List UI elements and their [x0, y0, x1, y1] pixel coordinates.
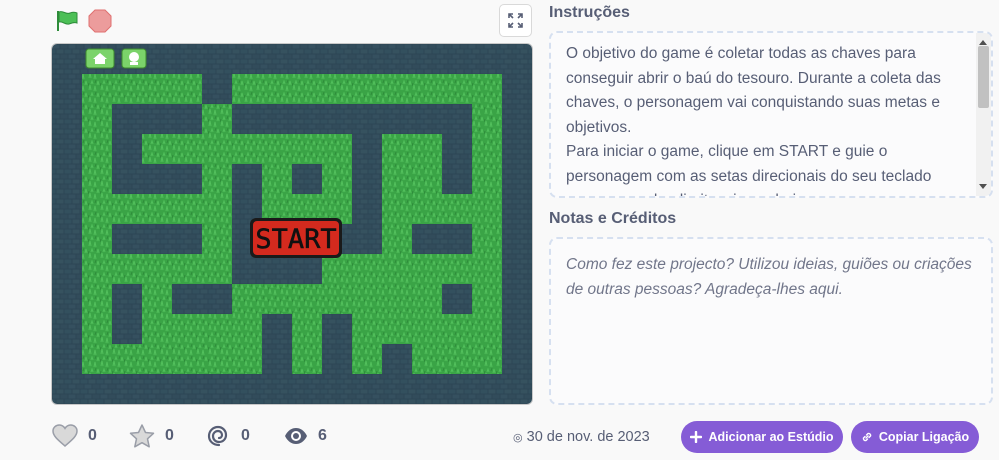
project-page: START Instruções O objetivo do game é co… [0, 0, 999, 460]
stop-icon[interactable] [88, 9, 112, 33]
add-to-studio-button[interactable]: Adicionar ao Estúdio [681, 421, 843, 453]
remix-icon [207, 425, 228, 447]
love-count: 0 [88, 427, 97, 444]
love-stat[interactable]: 0 [52, 424, 97, 448]
calendar-icon: ◎ [513, 432, 523, 444]
scroll-down-arrow-icon[interactable] [979, 184, 987, 189]
favorite-count: 0 [165, 427, 174, 444]
copy-link-label: Copiar Ligação [878, 430, 970, 444]
scroll-up-arrow-icon[interactable] [979, 40, 987, 45]
remix-stat: 0 [207, 424, 250, 448]
instructions-text: O objetivo do game é coletar todas as ch… [566, 45, 941, 196]
start-button[interactable]: START [250, 218, 342, 258]
heart-icon [52, 424, 78, 447]
instructions-panel[interactable]: O objetivo do game é coletar todas as ch… [549, 31, 993, 198]
instructions-title: Instruções [549, 4, 630, 21]
scroll-thumb[interactable] [978, 46, 989, 108]
fullscreen-button[interactable] [499, 4, 532, 37]
notes-field[interactable]: Como fez este projecto? Utilizou ideias,… [549, 237, 993, 405]
star-icon [129, 424, 155, 448]
views-count: 6 [318, 427, 327, 444]
shared-date: ◎ 30 de nov. de 2023 [513, 429, 650, 445]
favorite-stat[interactable]: 0 [129, 424, 174, 448]
copy-link-button[interactable]: Copiar Ligação [851, 421, 979, 453]
home-icon[interactable] [85, 48, 115, 69]
remix-count: 0 [241, 427, 250, 444]
instructions-scrollbar[interactable] [976, 33, 991, 196]
eye-icon [285, 428, 307, 444]
notes-title: Notas e Créditos [549, 210, 677, 227]
link-icon [862, 432, 872, 442]
help-icon[interactable] [121, 48, 147, 69]
game-stage[interactable]: START [51, 43, 533, 405]
start-label: START [255, 224, 336, 255]
fullscreen-icon [508, 13, 523, 28]
plus-icon [690, 431, 703, 443]
views-stat: 6 [284, 424, 327, 448]
date-text: 30 de nov. de 2023 [526, 429, 650, 445]
notes-placeholder: Como fez este projecto? Utilizou ideias,… [566, 256, 972, 298]
add-to-studio-label: Adicionar ao Estúdio [708, 430, 834, 444]
green-flag-icon[interactable] [55, 9, 79, 33]
